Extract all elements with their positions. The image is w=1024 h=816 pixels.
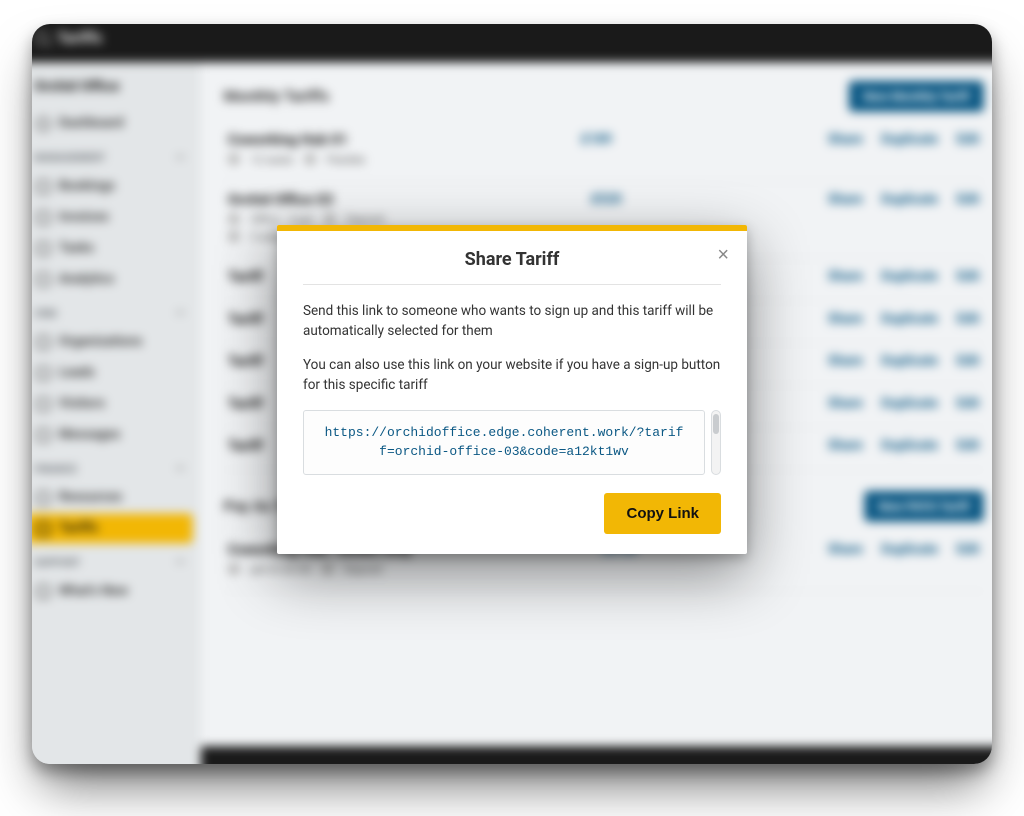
modal-overlay[interactable]: × Share Tariff Send this link to someone… bbox=[32, 24, 992, 764]
copy-link-button[interactable]: Copy Link bbox=[604, 493, 721, 534]
modal-description-2: You can also use this link on your websi… bbox=[303, 355, 721, 396]
modal-description-1: Send this link to someone who wants to s… bbox=[303, 301, 721, 342]
share-link-text: https://orchidoffice.edge.coherent.work/… bbox=[303, 410, 705, 475]
close-icon: × bbox=[717, 244, 729, 266]
share-link-field[interactable]: https://orchidoffice.edge.coherent.work/… bbox=[303, 410, 721, 475]
scrollbar[interactable] bbox=[711, 410, 721, 475]
divider bbox=[303, 284, 721, 285]
modal-title: Share Tariff bbox=[303, 247, 721, 284]
share-tariff-modal: × Share Tariff Send this link to someone… bbox=[277, 225, 747, 554]
close-button[interactable]: × bbox=[713, 241, 733, 269]
app-window: Tariffs Orchid Office Dashboard MANAGEME… bbox=[32, 24, 992, 764]
